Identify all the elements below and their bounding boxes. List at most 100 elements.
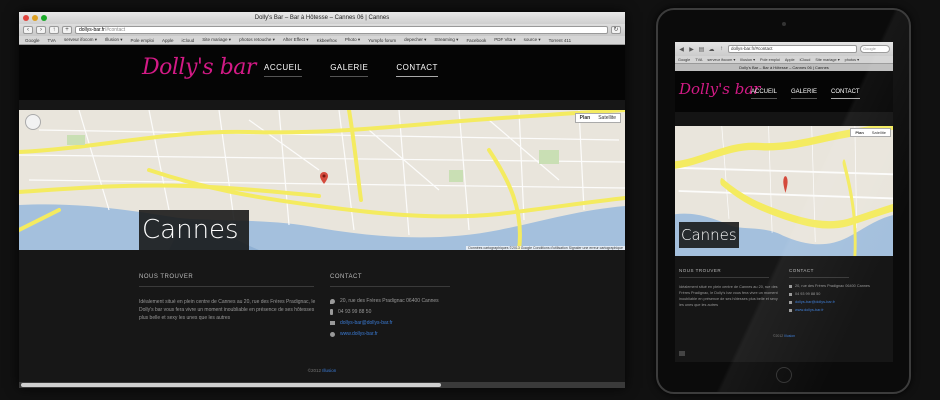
bookmark-item[interactable]: Facebook xyxy=(466,38,486,43)
main-nav: ACCUEIL GALERIE CONTACT xyxy=(264,63,438,77)
ipad-tab-icon[interactable] xyxy=(679,351,685,356)
ipad-search-field[interactable]: Google xyxy=(860,45,890,53)
envelope-icon xyxy=(789,300,792,304)
nav-accueil[interactable]: ACCUEIL xyxy=(264,63,303,77)
ipad-contact-phone: 04 93 99 88 50 xyxy=(795,292,821,296)
window-controls xyxy=(23,15,47,21)
ipad-map-type-control: Plan Satellite xyxy=(850,128,891,137)
scrollbar-thumb[interactable] xyxy=(21,383,441,387)
address-bar[interactable]: dollys-bar.fr/#contact xyxy=(75,26,608,34)
ipad-website-row: www.dollys-bar.fr xyxy=(789,308,824,312)
bookmark-item[interactable]: source ▾ xyxy=(524,37,541,43)
ipad-contact-address: 20, rue des Frères Pradignac 06400 Canne… xyxy=(795,284,870,288)
share-icon[interactable]: ↑ xyxy=(718,46,725,52)
pan-control-icon[interactable] xyxy=(25,114,41,130)
bookmark-item[interactable]: Site mariage ▾ xyxy=(202,37,231,43)
ipad-nav-contact[interactable]: CONTACT xyxy=(831,89,860,99)
bookmark-item[interactable]: Illusion ▾ xyxy=(740,57,755,62)
map-type-control: Plan Satellite xyxy=(574,113,621,123)
nav-galerie[interactable]: GALERIE xyxy=(330,63,369,77)
ipad-contact-heading: CONTACT xyxy=(789,268,849,278)
email-row: dollys-bar@dollys-bar.fr xyxy=(330,320,393,326)
bookmarks-icon[interactable]: ▤ xyxy=(698,46,705,53)
share-button[interactable]: ↑ xyxy=(49,26,59,34)
bookmark-item[interactable]: Apple xyxy=(162,38,174,43)
back-icon[interactable]: ◀ xyxy=(678,46,685,53)
site-logo[interactable]: Dolly's bar xyxy=(142,55,256,80)
bookmark-item[interactable]: Google xyxy=(678,58,690,62)
window-titlebar: Dolly's Bar – Bar à Hôtesse – Cannes 06 … xyxy=(19,12,625,24)
bookmark-item[interactable]: serveur ifocom ▾ xyxy=(64,37,97,43)
ipad-contact-website[interactable]: www.dollys-bar.fr xyxy=(795,308,824,312)
bookmark-item[interactable]: Apple xyxy=(785,58,795,62)
ipad-google-map[interactable]: Plan Satellite Cannes xyxy=(675,126,893,256)
globe-icon xyxy=(330,331,335,337)
forward-button[interactable]: › xyxy=(36,26,46,34)
bookmark-item[interactable]: Photo ▾ xyxy=(345,37,360,43)
contact-website[interactable]: www.dollys-bar.fr xyxy=(340,331,378,337)
forward-icon[interactable]: ▶ xyxy=(688,46,695,53)
reload-icon[interactable]: ↻ xyxy=(611,26,621,34)
bookmark-item[interactable]: photos ▾ xyxy=(845,57,859,62)
bookmark-item[interactable]: Yumpfo forum xyxy=(368,38,396,43)
ipad-site-header: Dolly's bar ACCUEIL GALERIE CONTACT xyxy=(675,71,893,112)
find-us-text: Idéalement situé en plein centre de Cann… xyxy=(139,299,316,321)
bookmark-item[interactable]: After Effect ▾ xyxy=(283,37,309,43)
bookmark-item[interactable]: Illusion ▾ xyxy=(105,37,123,43)
close-window-button[interactable] xyxy=(23,15,29,21)
bookmark-item[interactable]: depecher ▾ xyxy=(404,37,426,43)
bookmark-item[interactable]: TVA xyxy=(48,38,56,43)
location-pin-icon xyxy=(330,298,335,304)
ipad-device: ◀ ▶ ▤ ☁ ↑ dollys-bar.fr/#contact Google … xyxy=(656,8,911,394)
bookmark-item[interactable]: Torrent 411 xyxy=(549,38,571,43)
site-header: Dolly's bar ACCUEIL GALERIE CONTACT xyxy=(19,45,625,100)
bookmark-item[interactable]: Google xyxy=(25,38,40,43)
map-type-plan[interactable]: Plan xyxy=(576,114,595,122)
copyright-link[interactable]: Illusion xyxy=(322,368,336,373)
bookmark-item[interactable]: serveur ifocom ▾ xyxy=(707,57,735,62)
ipad-map-type-satellite[interactable]: Satellite xyxy=(868,129,890,136)
bookmark-item[interactable]: photos retouche ▾ xyxy=(239,37,275,43)
nav-contact[interactable]: CONTACT xyxy=(396,63,438,77)
ipad-contact-email[interactable]: dollys-bar@dollys-bar.fr xyxy=(795,300,835,304)
zoom-window-button[interactable] xyxy=(41,15,47,21)
bookmark-item[interactable]: iCloud xyxy=(182,38,195,43)
ipad-screen: ◀ ▶ ▤ ☁ ↑ dollys-bar.fr/#contact Google … xyxy=(675,42,893,362)
ipad-site-logo[interactable]: Dolly's bar xyxy=(679,80,760,98)
site-footer: NOUS TROUVER Idéalement situé en plein c… xyxy=(19,250,625,388)
find-us-heading: NOUS TROUVER xyxy=(139,274,314,287)
ipad-copyright-link[interactable]: Illusion xyxy=(784,334,795,338)
bookmark-item[interactable]: Site mariage ▾ xyxy=(815,57,839,62)
bookmark-item[interactable]: Kkbeefrox xyxy=(317,38,337,43)
url-domain: dollys-bar.fr xyxy=(79,27,105,33)
bookmark-item[interactable]: TVA xyxy=(695,58,702,62)
minimize-window-button[interactable] xyxy=(32,15,38,21)
ipad-address-bar[interactable]: dollys-bar.fr/#contact xyxy=(728,45,857,53)
ipad-map-city-label: Cannes xyxy=(679,222,739,248)
home-button[interactable] xyxy=(776,367,792,383)
copyright: ©2012 Illusion xyxy=(19,368,625,373)
google-map[interactable]: Plan Satellite Cannes Données cartograph… xyxy=(19,110,625,250)
ipad-site-footer: NOUS TROUVER Idéalement situé en plein c… xyxy=(675,256,893,362)
ipad-nav-galerie[interactable]: GALERIE xyxy=(791,89,818,99)
ipad-phone-row: 04 93 99 88 50 xyxy=(789,292,820,296)
website-row: www.dollys-bar.fr xyxy=(330,331,378,337)
bookmark-item[interactable]: Pole emploi xyxy=(760,58,780,62)
map-type-satellite[interactable]: Satellite xyxy=(594,114,620,122)
cloud-icon[interactable]: ☁ xyxy=(708,46,715,53)
bookmark-item[interactable]: PDF Vita ▾ xyxy=(494,37,515,43)
contact-email[interactable]: dollys-bar@dollys-bar.fr xyxy=(340,320,393,326)
ipad-map-type-plan[interactable]: Plan xyxy=(851,129,867,136)
window-title: Dolly's Bar – Bar à Hôtesse – Cannes 06 … xyxy=(254,15,390,21)
bookmark-item[interactable]: Streaming ▾ xyxy=(434,37,458,43)
phone-row: 04 93 99 88 50 xyxy=(330,309,371,315)
horizontal-scrollbar[interactable] xyxy=(19,382,625,388)
copyright-text: ©2012 xyxy=(307,368,322,373)
back-button[interactable]: ‹ xyxy=(23,26,33,34)
phone-icon xyxy=(330,309,333,315)
ipad-nav-accueil[interactable]: ACCUEIL xyxy=(751,89,778,99)
ipad-bookmarks-bar: Google TVA serveur ifocom ▾ Illusion ▾ P… xyxy=(675,56,893,64)
bookmark-item[interactable]: iCloud xyxy=(800,58,811,62)
bookmark-item[interactable]: Pole emploi xyxy=(131,38,155,43)
add-bookmark-button[interactable]: + xyxy=(62,26,72,34)
